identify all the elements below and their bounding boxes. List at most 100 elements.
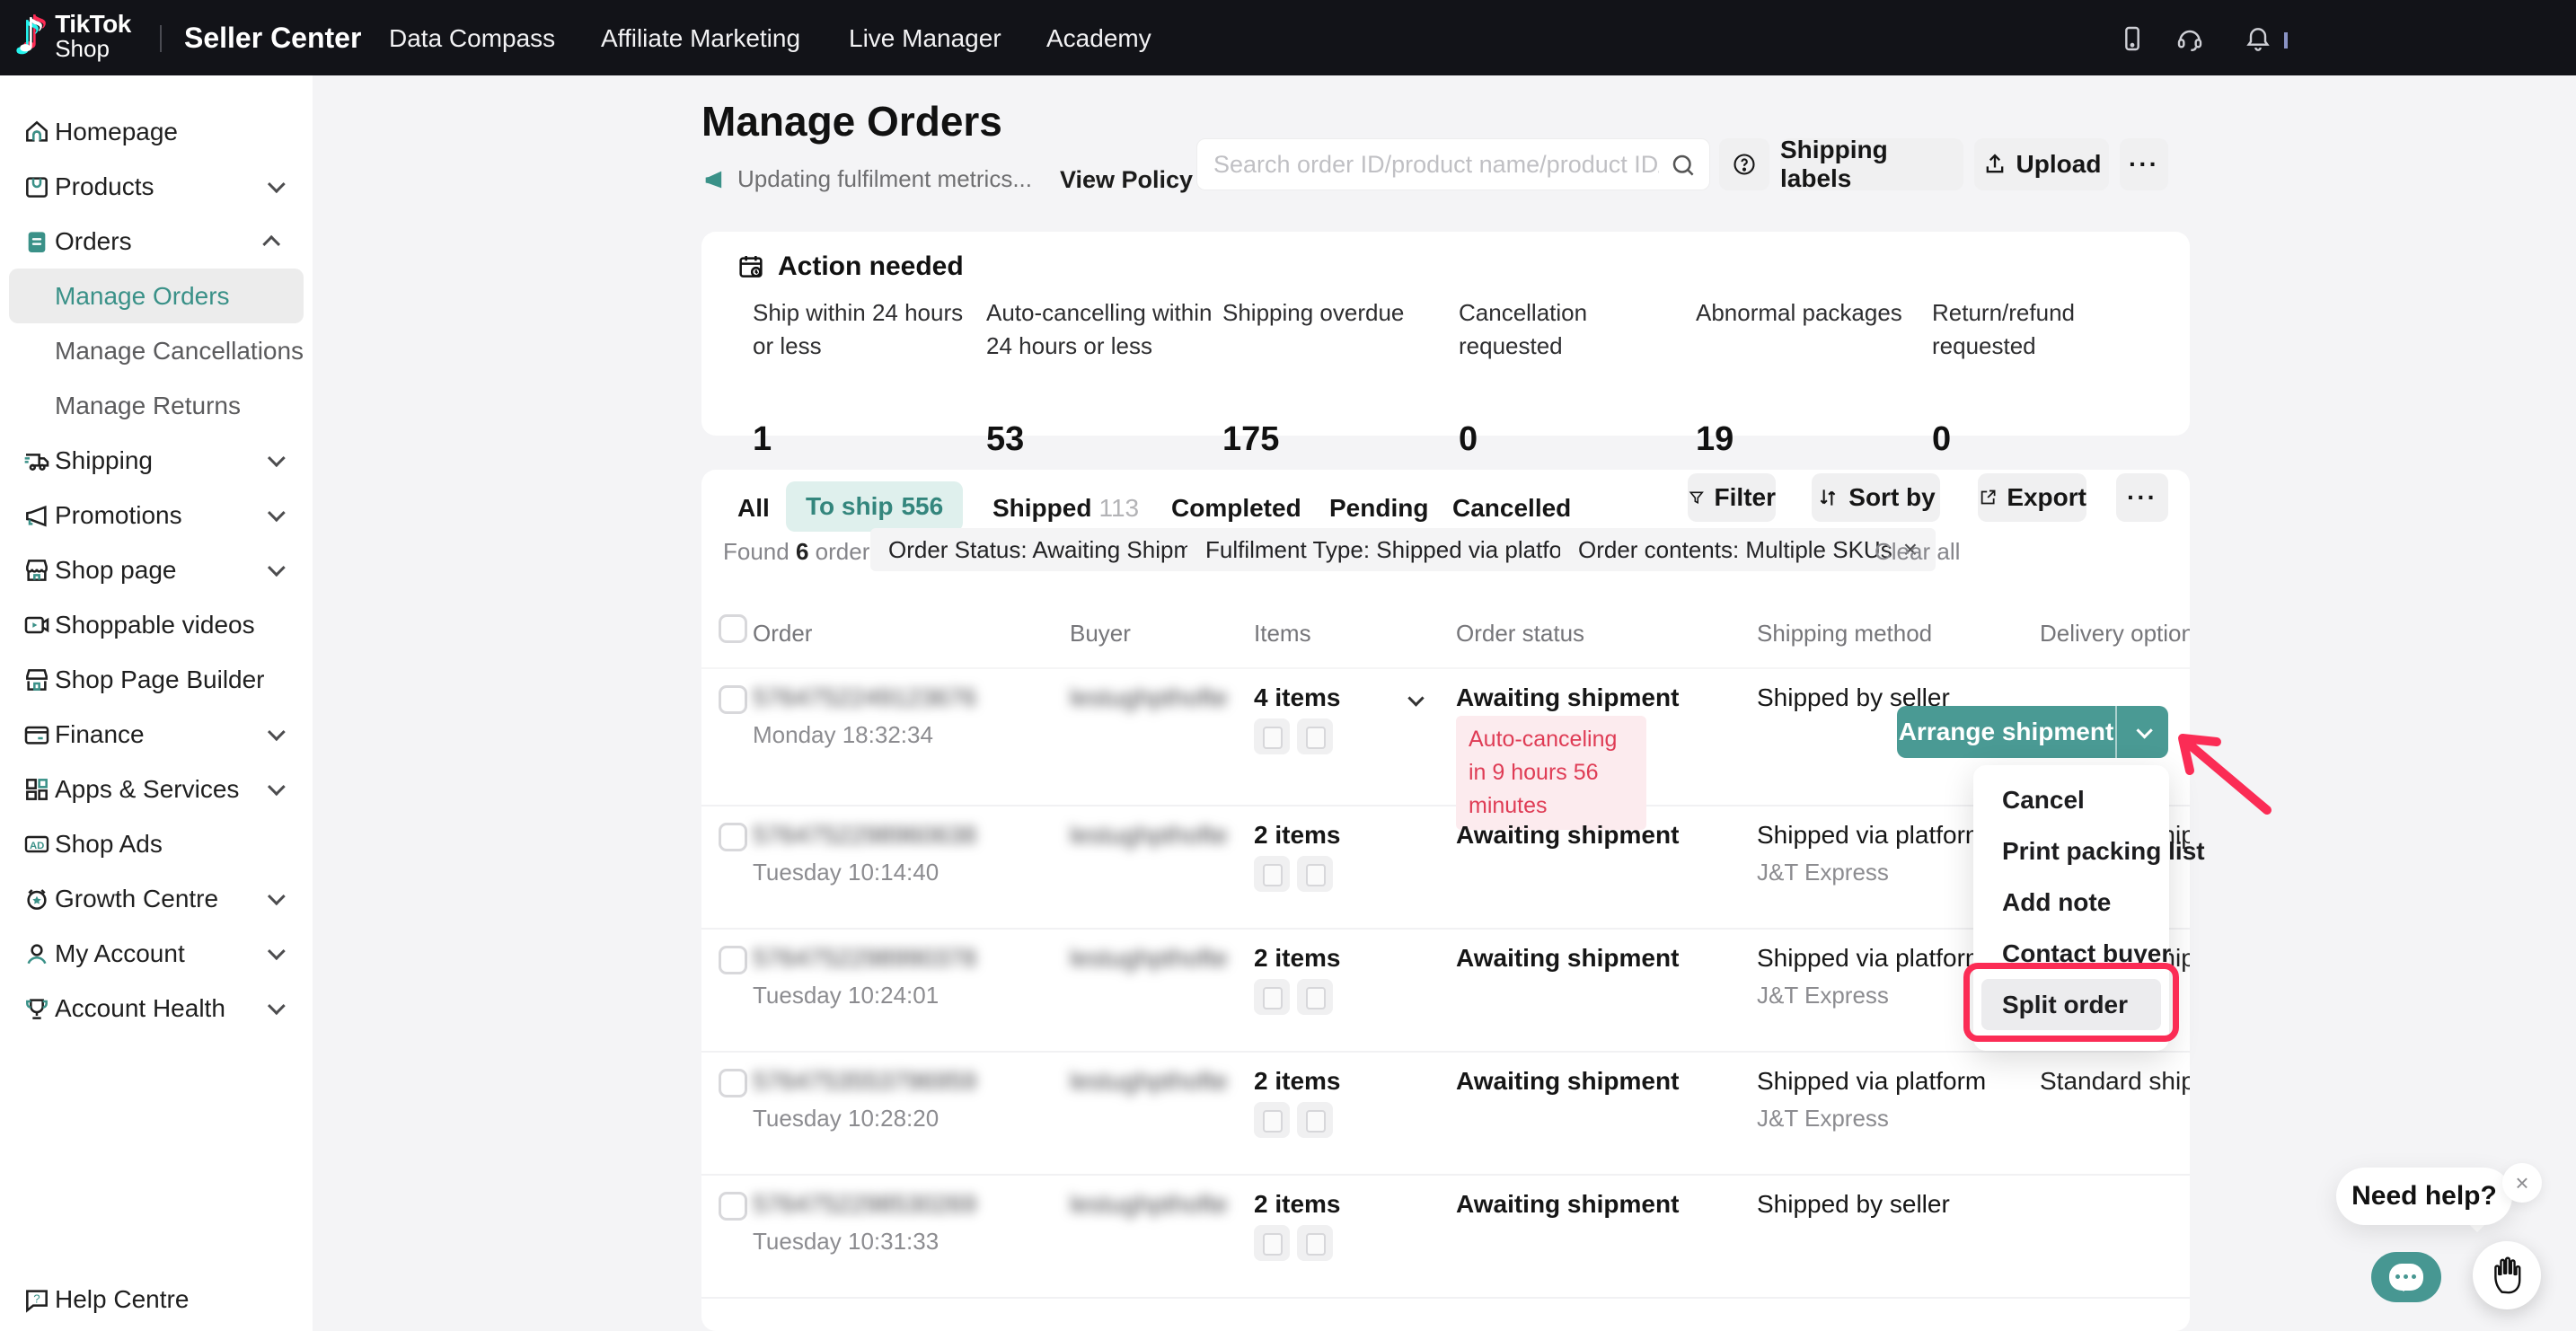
sidebar-item-manage-returns[interactable]: Manage Returns (0, 378, 313, 433)
sidebar-item-shop-page-builder[interactable]: Shop Page Builder (0, 652, 313, 707)
item-thumbnails[interactable] (1254, 718, 1333, 754)
select-all-checkbox[interactable] (719, 614, 747, 643)
announcement-banner[interactable]: Updating fulfilment metrics... (701, 165, 1032, 193)
sidebar-item-finance[interactable]: Finance (0, 707, 313, 762)
nav-seller-center[interactable]: Seller Center (184, 22, 361, 55)
stat-value: 175 (1222, 420, 1279, 459)
shop-builder-icon (22, 666, 51, 694)
items-count: 4 items (1254, 683, 1341, 712)
stat-shipping-overdue[interactable]: Shipping overdue 175 (1222, 296, 1452, 330)
menu-item-add-note[interactable]: Add note (1973, 877, 2169, 928)
nav-live-manager[interactable]: Live Manager (849, 24, 1001, 53)
sidebar-item-account-health[interactable]: Account Health (0, 981, 313, 1036)
logo-divider (160, 25, 162, 52)
stat-abnormal-packages[interactable]: Abnormal packages 19 (1696, 296, 1926, 330)
table-more-button[interactable]: ··· (2116, 473, 2168, 522)
row-checkbox[interactable] (719, 1069, 747, 1097)
row-checkbox[interactable] (719, 823, 747, 851)
view-policy-link[interactable]: View Policy (1060, 166, 1193, 194)
export-button[interactable]: Export (1978, 473, 2086, 522)
sidebar-item-products[interactable]: Products (0, 159, 313, 214)
tab-pending[interactable]: Pending (1329, 494, 1428, 523)
sidebar-item-shop-page[interactable]: Shop page (0, 542, 313, 597)
table-row[interactable]: 5764752298960638 Tuesday 10:14:40 lestug… (701, 807, 2190, 930)
upload-button[interactable]: Upload (1974, 138, 2109, 190)
sidebar-item-help-centre[interactable]: ? Help Centre (0, 1272, 313, 1327)
support-headset-icon[interactable] (2175, 24, 2204, 53)
menu-item-print-packing-list[interactable]: Print packing list (1973, 825, 2169, 877)
notifications-bell-icon[interactable] (2244, 24, 2272, 53)
table-row[interactable]: 5764752298530269 Tuesday 10:31:33 lestug… (701, 1176, 2190, 1299)
stat-auto-cancelling[interactable]: Auto-cancelling within 24 hours or less … (986, 296, 1216, 363)
sidebar-item-apps-services[interactable]: Apps & Services (0, 762, 313, 816)
sort-by-button[interactable]: Sort by (1812, 473, 1940, 522)
sidebar-item-orders[interactable]: Orders (0, 214, 313, 269)
stat-return-refund[interactable]: Return/refund requested 0 (1932, 296, 2162, 363)
table-row[interactable]: 5764753553796959 Tuesday 10:28:20 lestug… (701, 1053, 2190, 1176)
arrange-shipment-caret-button[interactable] (2117, 706, 2168, 758)
sidebar-item-shipping[interactable]: Shipping (0, 433, 313, 488)
filter-button[interactable]: Filter (1688, 473, 1776, 522)
search-input[interactable] (1197, 139, 1709, 190)
sidebar-label: Account Health (55, 994, 225, 1023)
tab-all[interactable]: All (737, 494, 770, 523)
menu-item-split-order[interactable]: Split order (1981, 979, 2161, 1030)
clear-all-link[interactable]: Clear all (1875, 538, 1960, 566)
shipping-method: Shipped via platform (1757, 821, 1986, 850)
tiktok-shop-logo[interactable]: ♪ TikTok Shop (16, 9, 131, 63)
nav-academy[interactable]: Academy (1046, 24, 1151, 53)
row-checkbox[interactable] (719, 1192, 747, 1221)
search-icon[interactable] (1670, 152, 1697, 179)
sidebar-item-promotions[interactable]: Promotions (0, 488, 313, 542)
sidebar-item-growth-centre[interactable]: Growth Centre (0, 871, 313, 926)
item-thumbnails[interactable] (1254, 1102, 1333, 1138)
buyer-name: lestughpthofte (1070, 944, 1228, 973)
sidebar-item-shop-ads[interactable]: AD Shop Ads (0, 816, 313, 871)
sidebar-label: Shop page (55, 556, 176, 585)
more-dots: ··· (2129, 150, 2159, 179)
shipping-labels-button[interactable]: Shipping labels (1780, 138, 1963, 190)
menu-item-contact-buyer[interactable]: Contact buyer (1973, 928, 2169, 979)
row-checkbox[interactable] (719, 946, 747, 974)
arrange-shipment-button[interactable]: Arrange shipment (1897, 706, 2117, 758)
order-id: 5764752249123676 (753, 683, 976, 712)
table-row[interactable]: 5764752298990378 Tuesday 10:24:01 lestug… (701, 930, 2190, 1053)
header-more-button[interactable]: ··· (2120, 138, 2168, 190)
stat-ship-within-24h[interactable]: Ship within 24 hours or less 1 (753, 296, 983, 363)
sidebar-item-manage-orders[interactable]: Manage Orders (9, 269, 304, 323)
sidebar-item-homepage[interactable]: Homepage (0, 104, 313, 159)
mobile-app-icon[interactable] (2118, 24, 2147, 53)
row-checkbox[interactable] (719, 685, 747, 714)
close-icon[interactable]: × (2502, 1163, 2542, 1203)
tab-completed[interactable]: Completed (1171, 494, 1301, 523)
product-thumbnail (1254, 1102, 1290, 1138)
menu-item-cancel[interactable]: Cancel (1973, 774, 2169, 825)
arrange-shipment-split-button: Arrange shipment (1897, 706, 2168, 758)
sidebar-label: Apps & Services (55, 775, 239, 804)
need-help-bubble[interactable]: Need help? (2336, 1168, 2512, 1225)
stat-cancellation-requested[interactable]: Cancellation requested 0 (1459, 296, 1689, 363)
page-title: Manage Orders (701, 97, 1002, 145)
sidebar-item-manage-cancellations[interactable]: Manage Cancellations (0, 323, 313, 378)
chevron-down-icon[interactable] (1407, 690, 1424, 706)
chevron-down-icon (268, 997, 286, 1015)
product-thumbnail (1254, 856, 1290, 892)
item-thumbnails[interactable] (1254, 1225, 1333, 1261)
sidebar-label: Shop Page Builder (55, 666, 265, 694)
order-id: 5764752298530269 (753, 1190, 976, 1219)
nav-data-compass[interactable]: Data Compass (389, 24, 555, 53)
sidebar-item-shoppable-videos[interactable]: Shoppable videos (0, 597, 313, 652)
nav-affiliate-marketing[interactable]: Affiliate Marketing (601, 24, 800, 53)
tab-shipped[interactable]: Shipped113 (992, 494, 1139, 523)
tab-label: To ship (806, 492, 893, 521)
sidebar-item-my-account[interactable]: My Account (0, 926, 313, 981)
tab-cancelled[interactable]: Cancelled (1452, 494, 1571, 523)
help-button[interactable] (1719, 138, 1769, 190)
tab-to-ship[interactable]: To ship 556 (786, 481, 963, 532)
logo-text: TikTok Shop (55, 11, 131, 61)
item-thumbnails[interactable] (1254, 979, 1333, 1015)
item-thumbnails[interactable] (1254, 856, 1333, 892)
live-chat-button[interactable] (2371, 1252, 2441, 1302)
product-thumbnail (1297, 718, 1333, 754)
hand-cursor-button[interactable] (2473, 1241, 2541, 1309)
